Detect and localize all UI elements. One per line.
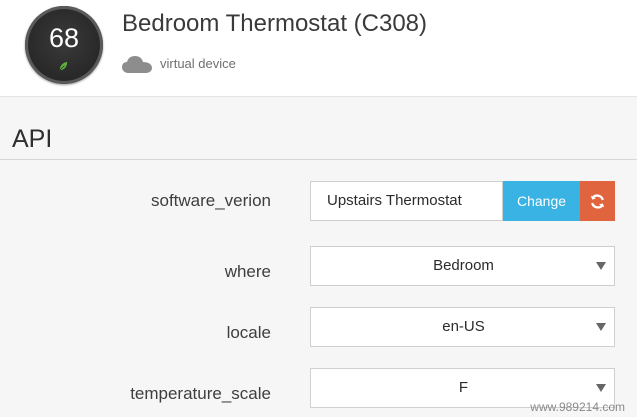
where-select-value: Bedroom	[433, 257, 494, 274]
chevron-down-icon	[596, 262, 606, 270]
where-select[interactable]: Bedroom	[310, 246, 615, 286]
device-type-label: virtual device	[160, 56, 236, 71]
locale-select-value: en-US	[442, 318, 485, 335]
thermostat-page: 68 Bedroom Thermostat (C308) virtual dev…	[0, 0, 637, 417]
device-title: Bedroom Thermostat (C308)	[122, 10, 428, 37]
current-temperature: 68	[48, 23, 80, 53]
cloud-icon	[122, 56, 152, 73]
temperature-scale-label: temperature_scale	[130, 384, 271, 403]
leaf-icon	[59, 61, 68, 71]
chevron-down-icon	[596, 384, 606, 392]
thermostat-dial[interactable]: 68	[25, 6, 103, 84]
change-button[interactable]: Change	[503, 181, 580, 221]
chevron-down-icon	[596, 323, 606, 331]
api-panel: API software_verion Upstairs Thermostat …	[0, 96, 637, 417]
refresh-button[interactable]	[580, 181, 615, 221]
where-label: where	[224, 262, 271, 281]
software-version-input[interactable]: Upstairs Thermostat	[310, 181, 503, 221]
software-version-label: software_verion	[150, 191, 271, 210]
locale-label: locale	[226, 323, 271, 342]
section-title: API	[12, 125, 53, 153]
watermark: www.989214.com	[530, 400, 625, 414]
device-header: 68 Bedroom Thermostat (C308) virtual dev…	[0, 0, 637, 96]
locale-select[interactable]: en-US	[310, 307, 615, 347]
refresh-icon	[590, 194, 605, 209]
section-divider	[0, 159, 637, 160]
